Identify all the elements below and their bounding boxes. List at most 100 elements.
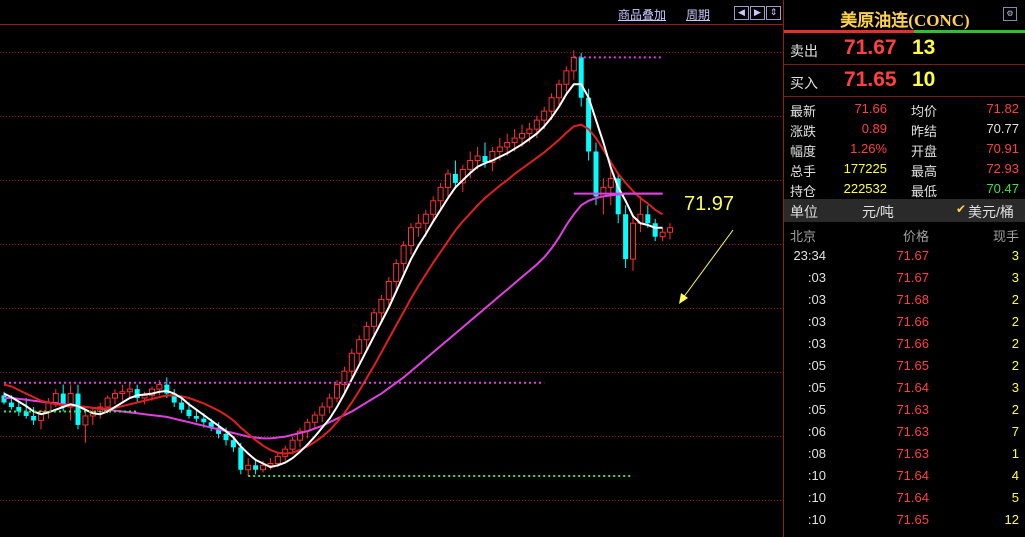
stat-value: 70.77 xyxy=(986,121,1019,136)
tick-list[interactable]: 23:34 71.67 3:03 71.67 3:03 71.68 2:03 71.66 2:0… xyxy=(784,244,1025,530)
candle-body xyxy=(141,394,148,399)
candle-body xyxy=(334,384,340,399)
tick-row: :08 71.63 1 xyxy=(784,442,1025,464)
tick-time: :06 xyxy=(807,424,826,439)
tick-price: 71.63 xyxy=(896,424,929,439)
candle-body xyxy=(652,223,658,237)
tick-table-header: 北京 价格 现手 xyxy=(784,222,1025,244)
tick-time: :10 xyxy=(807,490,826,505)
sell-volume: 13 xyxy=(912,36,936,59)
zoom-button[interactable]: ⇕ xyxy=(766,6,781,20)
check-icon: ✔ xyxy=(956,202,967,216)
tick-volume: 7 xyxy=(1011,424,1019,439)
candle-body xyxy=(260,464,266,471)
scroll-left-button[interactable]: ◀ xyxy=(734,6,749,20)
candle-body xyxy=(385,281,392,300)
candle-body xyxy=(371,312,377,327)
candle-body xyxy=(445,173,451,188)
tick-volume: 2 xyxy=(1011,314,1019,329)
candle-body xyxy=(667,227,673,233)
candle-body xyxy=(578,57,584,98)
candle-body xyxy=(400,245,407,265)
chart-toolbar: 商品叠加 周期 ◀ ▶ ⇕ xyxy=(0,0,783,24)
candle-body xyxy=(356,339,363,354)
candle-body xyxy=(393,263,400,283)
candle-body xyxy=(623,214,629,260)
buy-volume: 10 xyxy=(912,68,936,91)
candlestick-chart[interactable]: 商品叠加 周期 ◀ ▶ ⇕ 71.97 xyxy=(0,0,783,537)
unit-label: 单位 xyxy=(790,204,818,220)
stat-row: 幅度 1.26% 开盘 70.91 xyxy=(784,138,1025,159)
tick-volume: 2 xyxy=(1011,402,1019,417)
candle-body xyxy=(519,133,525,139)
candle-body xyxy=(415,222,422,229)
tick-volume: 3 xyxy=(1011,248,1019,263)
candle-body xyxy=(630,222,636,260)
candle-body xyxy=(570,56,577,72)
candle-body xyxy=(645,214,651,224)
candle-body xyxy=(186,409,192,416)
ma-mid-line xyxy=(3,123,664,455)
candle-body xyxy=(230,440,236,448)
stat-row: 最新 71.66 均价 71.82 xyxy=(784,98,1025,119)
price-callout-label: 71.97 xyxy=(684,193,735,215)
quote-panel: 美原油连(CONC) ⚙ 卖出 71.67 13 买入 71.65 10 最新 7… xyxy=(783,0,1025,537)
buy-price: 71.65 xyxy=(844,68,897,91)
candle-body xyxy=(607,177,614,188)
chart-canvas xyxy=(0,24,783,501)
tick-volume: 3 xyxy=(1011,380,1019,395)
sell-label: 卖出 xyxy=(790,43,818,59)
unit-selector-row[interactable]: 单位 元/吨 ✔ 美元/桶 xyxy=(784,199,1025,222)
candle-body xyxy=(238,447,244,470)
tick-price: 71.64 xyxy=(896,490,929,505)
candle-body xyxy=(267,462,274,466)
tick-volume: 1 xyxy=(1011,446,1019,461)
panel-settings-icon[interactable]: ⚙ xyxy=(1003,7,1017,21)
candle-body xyxy=(274,455,281,464)
candle-body xyxy=(496,146,503,153)
tick-price: 71.63 xyxy=(896,446,929,461)
callout-arrow-line xyxy=(682,229,734,299)
candle-body xyxy=(319,406,326,416)
tick-row: :05 71.65 2 xyxy=(784,354,1025,376)
unit-option-yuan-per-ton[interactable]: 元/吨 xyxy=(862,202,894,222)
callout-arrow-head xyxy=(679,293,688,304)
candle-body xyxy=(363,325,370,341)
stat-value: 0.89 xyxy=(861,121,887,136)
candle-body xyxy=(193,415,199,419)
tick-price: 71.63 xyxy=(896,402,929,417)
candle-body xyxy=(511,137,518,144)
candle-body xyxy=(659,231,666,238)
scroll-right-button[interactable]: ▶ xyxy=(750,6,765,20)
tick-volume: 2 xyxy=(1011,336,1019,351)
candle-body xyxy=(201,418,207,423)
stat-label: 持仓 xyxy=(790,184,817,199)
sell-quote-row: 卖出 71.67 13 xyxy=(784,33,1025,64)
tick-volume: 5 xyxy=(1011,490,1019,505)
candle-body xyxy=(482,155,488,163)
tick-time: :05 xyxy=(807,402,826,417)
candle-body xyxy=(467,159,474,170)
candle-body xyxy=(474,155,481,161)
candle-body xyxy=(223,433,229,441)
tick-price: 71.66 xyxy=(896,314,929,329)
period-link[interactable]: 周期 xyxy=(686,6,710,23)
candle-body xyxy=(437,186,444,202)
overlay-symbol-link[interactable]: 商品叠加 xyxy=(618,6,666,23)
candle-body xyxy=(422,213,429,224)
candle-body xyxy=(253,465,259,470)
tick-row: :10 71.64 5 xyxy=(784,486,1025,508)
unit-option-usd-per-barrel[interactable]: 美元/桶 xyxy=(968,202,1014,222)
stat-value: 72.93 xyxy=(986,161,1019,176)
tick-row: :06 71.63 7 xyxy=(784,420,1025,442)
tick-price: 71.64 xyxy=(896,380,929,395)
tick-time: :10 xyxy=(807,512,826,527)
candle-body xyxy=(504,142,511,148)
tick-volume: 3 xyxy=(1011,270,1019,285)
stat-value: 70.47 xyxy=(986,181,1019,196)
tick-volume: 12 xyxy=(1004,512,1019,527)
candle-body xyxy=(593,151,599,197)
tick-row: :03 71.67 3 xyxy=(784,266,1025,288)
candle-body xyxy=(548,97,555,112)
tick-row: :03 71.66 2 xyxy=(784,332,1025,354)
